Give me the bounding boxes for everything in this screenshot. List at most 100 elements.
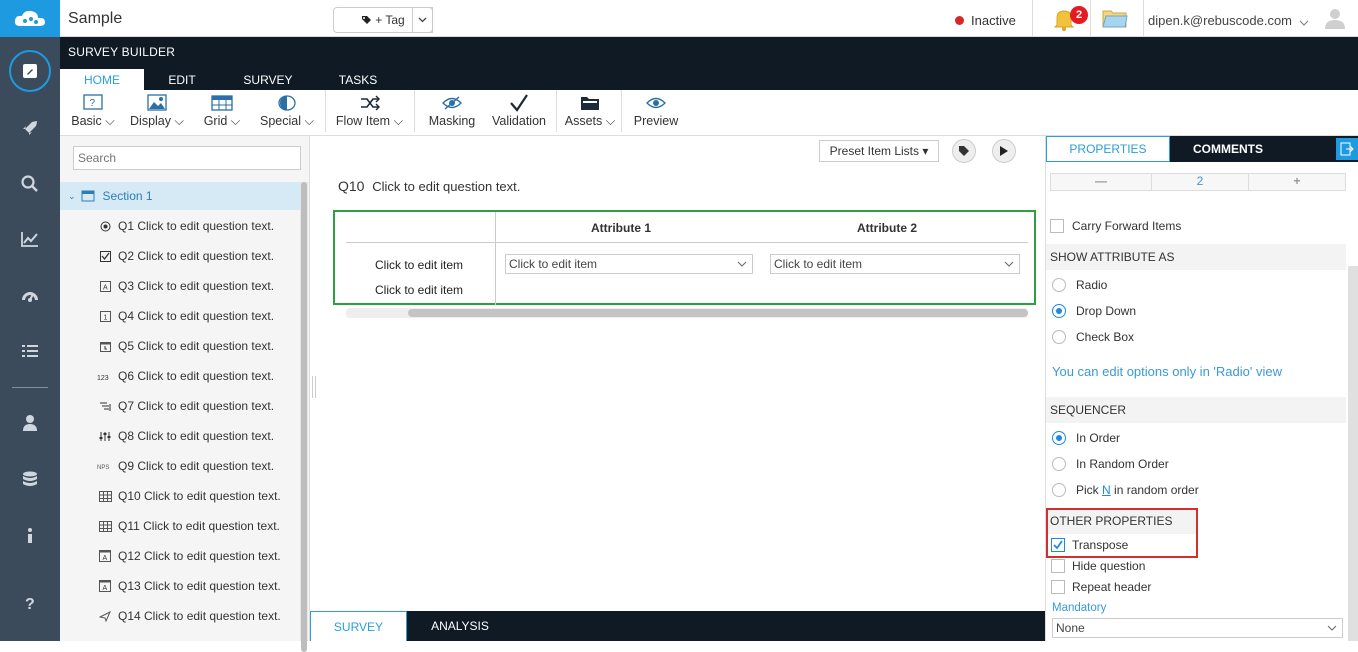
database-icon[interactable] — [0, 460, 60, 500]
question-list-item[interactable]: 1 Q4 Click to edit question text. — [60, 301, 300, 331]
question-list-item[interactable]: Q8 Click to edit question text. — [60, 421, 300, 451]
panel-resize-handle[interactable] — [312, 376, 316, 398]
hide-question-option[interactable]: Hide question — [1051, 559, 1145, 573]
question-list-item[interactable]: A Q13 Click to edit question text. — [60, 571, 300, 601]
list-icon[interactable] — [0, 331, 60, 371]
question-list-item[interactable]: NPS Q9 Click to edit question text. — [60, 451, 300, 481]
hide-question-checkbox[interactable] — [1051, 559, 1065, 573]
edit-survey-icon[interactable] — [9, 50, 51, 92]
carry-forward-option[interactable]: Carry Forward Items — [1050, 219, 1181, 233]
seq-pick-n[interactable]: Pick N in random order — [1052, 483, 1199, 497]
collapse-panel-icon[interactable] — [1336, 138, 1358, 160]
increment-button[interactable]: + — [1249, 174, 1345, 190]
seq-random-order[interactable]: In Random Order — [1052, 457, 1169, 471]
tree-scrollbar-thumb[interactable] — [301, 182, 307, 652]
assets-menu-button[interactable]: Assets ⌵ — [563, 92, 617, 132]
question-list-item[interactable]: Q11 Click to edit question text. — [60, 511, 300, 541]
tab-edit[interactable]: EDIT — [144, 69, 220, 90]
question-list-item[interactable]: Q14 Click to edit question text. — [60, 601, 300, 631]
grid-item[interactable]: Click to edit item — [375, 258, 463, 272]
show-attr-checkbox[interactable]: Check Box — [1052, 330, 1134, 344]
attribute-count-stepper[interactable]: — 2 + — [1050, 173, 1346, 191]
tag-dropdown-button[interactable] — [412, 7, 433, 33]
question-list-item[interactable]: 123 Q6 Click to edit question text. — [60, 361, 300, 391]
attribute-header[interactable]: Attribute 2 — [857, 221, 917, 235]
question-list-item[interactable]: Q7 Click to edit question text. — [60, 391, 300, 421]
folder-icon[interactable] — [1102, 7, 1128, 32]
validation-button[interactable]: Validation — [488, 92, 550, 132]
radio-button[interactable] — [1052, 483, 1066, 497]
transpose-checkbox[interactable] — [1051, 538, 1065, 552]
question-list-item[interactable]: Q10 Click to edit question text. — [60, 481, 300, 511]
question-text[interactable]: Click to edit question text. — [372, 179, 520, 194]
basic-menu-button[interactable]: ? Basic ⌵ — [68, 92, 118, 132]
tab-comments[interactable]: COMMENTS — [1170, 136, 1286, 162]
user-icon[interactable] — [0, 403, 60, 443]
preset-item-lists-button[interactable]: Preset Item Lists ▾ — [819, 140, 939, 162]
grid-item[interactable]: Click to edit item — [375, 283, 463, 297]
grid-scrollbar-thumb[interactable] — [408, 309, 1028, 317]
radio-button-selected[interactable] — [1052, 304, 1066, 318]
question-title[interactable]: Q10 Click to edit question text. — [338, 178, 520, 194]
avatar[interactable] — [1324, 7, 1346, 32]
dashboard-icon[interactable] — [0, 276, 60, 316]
properties-scrollbar[interactable] — [1348, 266, 1358, 641]
attribute-header[interactable]: Attribute 1 — [591, 221, 651, 235]
radio-button[interactable] — [1052, 278, 1066, 292]
repeat-header-option[interactable]: Repeat header — [1051, 580, 1151, 594]
tag-icon[interactable] — [952, 139, 976, 163]
show-attr-radio[interactable]: Radio — [1052, 278, 1107, 292]
svg-text:123: 123 — [97, 375, 109, 381]
stepper-value[interactable]: 2 — [1151, 174, 1249, 190]
search-icon[interactable] — [0, 164, 60, 204]
survey-title[interactable]: Sample — [68, 10, 122, 28]
help-icon[interactable]: ? — [0, 583, 60, 623]
display-menu-button[interactable]: Display ⌵ — [128, 92, 186, 132]
radio-button-selected[interactable] — [1052, 431, 1066, 445]
preview-button[interactable]: Preview — [628, 92, 684, 132]
tab-analysis[interactable]: ANALYSIS — [416, 611, 504, 641]
decrement-button[interactable]: — — [1051, 174, 1151, 190]
line-chart-icon[interactable] — [0, 219, 60, 259]
radio-button[interactable] — [1052, 330, 1066, 344]
question-list-item[interactable]: Q1 Click to edit question text. — [60, 211, 300, 241]
chevron-down-icon[interactable]: ⌄ — [68, 191, 76, 202]
show-attr-dropdown[interactable]: Drop Down — [1052, 304, 1136, 318]
chevron-down-icon — [737, 261, 747, 267]
pick-n-link[interactable]: N — [1102, 483, 1111, 497]
user-menu[interactable]: dipen.k@rebuscode.com — [1148, 13, 1292, 28]
tab-survey[interactable]: SURVEY — [230, 69, 306, 90]
masking-button[interactable]: Masking — [422, 92, 482, 132]
radio-button[interactable] — [1052, 457, 1066, 471]
chevron-down-icon[interactable] — [1299, 15, 1309, 29]
special-menu-button[interactable]: Special ⌵ — [257, 92, 317, 132]
question-list-item[interactable]: Q2 Click to edit question text. — [60, 241, 300, 271]
carry-forward-checkbox[interactable] — [1050, 219, 1064, 233]
question-list-item[interactable]: Q5 Click to edit question text. — [60, 331, 300, 361]
tab-survey-bottom[interactable]: SURVEY — [310, 611, 407, 641]
cloud-logo-icon[interactable] — [0, 0, 60, 37]
question-list-item[interactable]: A Q3 Click to edit question text. — [60, 271, 300, 301]
play-icon[interactable] — [992, 139, 1016, 163]
survey-status[interactable]: Inactive — [955, 13, 1016, 28]
flow-item-menu-button[interactable]: Flow Item ⌵ — [332, 92, 407, 132]
mandatory-select[interactable]: None — [1052, 618, 1343, 638]
tab-tasks[interactable]: TASKS — [320, 69, 396, 90]
search-input[interactable] — [73, 146, 301, 170]
section-item[interactable]: ⌄ Section 1 — [60, 182, 300, 210]
question-list-label: Q13 Click to edit question text. — [118, 579, 281, 593]
grid-menu-button[interactable]: Grid ⌵ — [197, 92, 247, 132]
tab-home[interactable]: HOME — [60, 69, 144, 90]
attribute-dropdown[interactable]: Click to edit item — [505, 254, 753, 274]
tab-properties[interactable]: PROPERTIES — [1046, 136, 1170, 162]
svg-text:1: 1 — [103, 314, 107, 321]
question-list-item[interactable]: A Q12 Click to edit question text. — [60, 541, 300, 571]
info-icon[interactable] — [0, 516, 60, 556]
seq-in-order[interactable]: In Order — [1052, 431, 1120, 445]
transpose-option[interactable]: Transpose — [1051, 538, 1128, 552]
attribute-dropdown[interactable]: Click to edit item — [770, 254, 1020, 274]
rocket-icon[interactable] — [0, 108, 60, 148]
repeat-header-checkbox[interactable] — [1051, 580, 1065, 594]
checkbox-icon — [93, 250, 117, 262]
question-list-label: Q11 Click to edit question text. — [118, 519, 280, 533]
